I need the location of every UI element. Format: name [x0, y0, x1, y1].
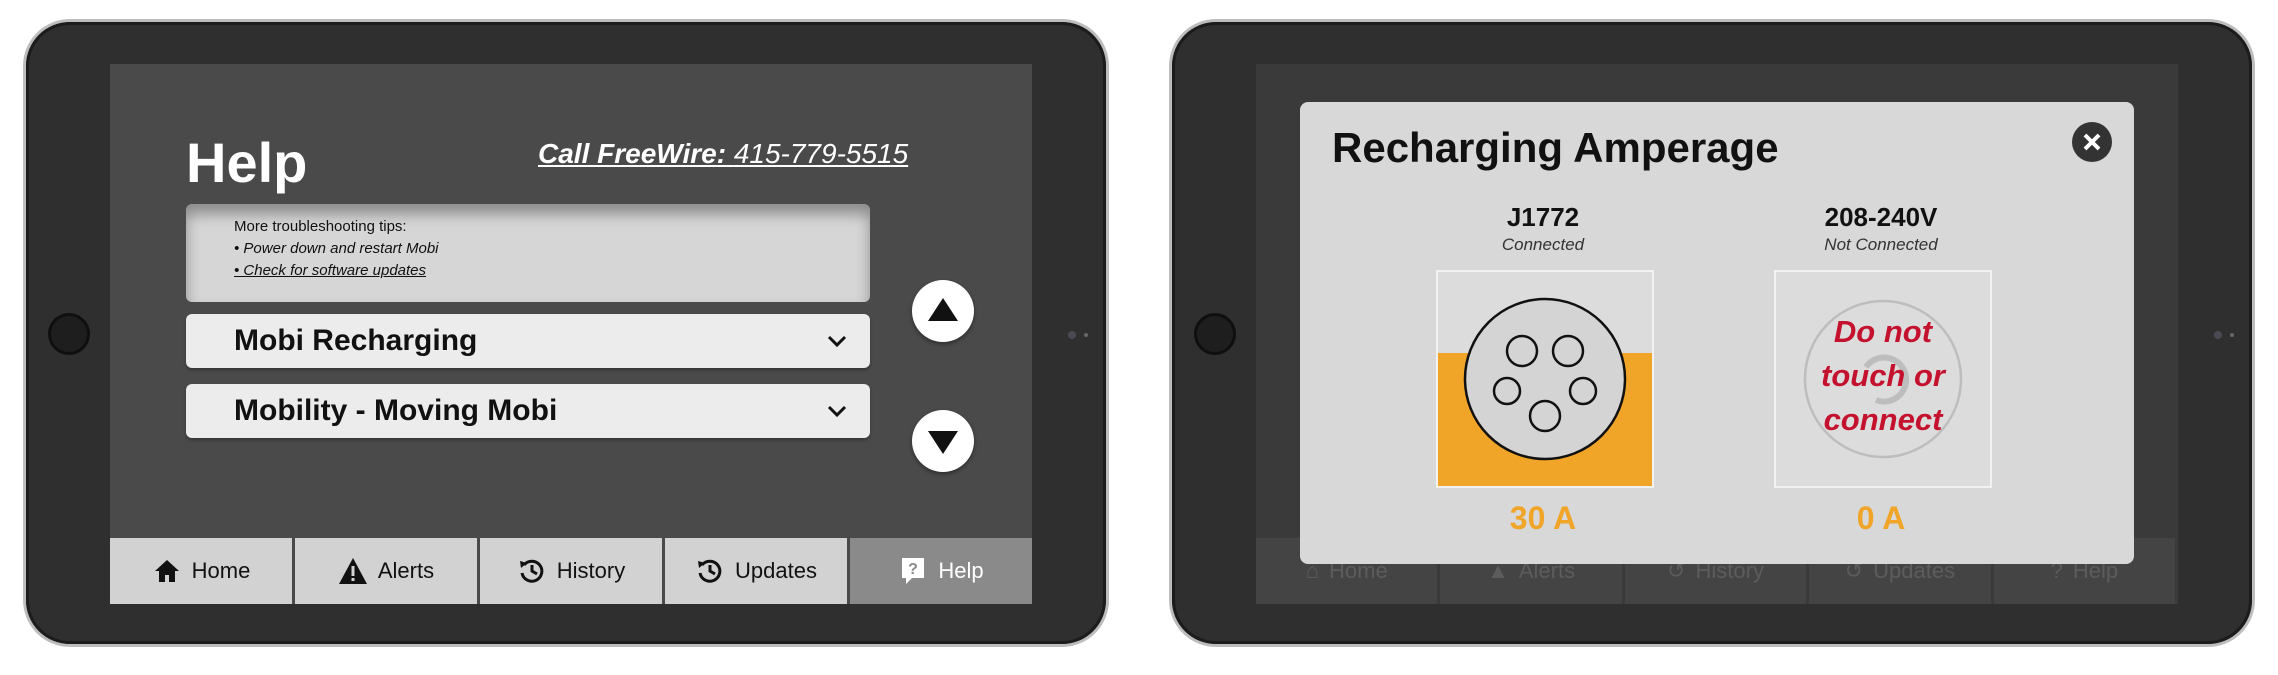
j1772-connector-icon: [1463, 297, 1627, 461]
nav-label: Updates: [735, 558, 817, 583]
do-not-touch-warning: Do not touch or connect: [1776, 310, 1990, 442]
nav-updates[interactable]: Updates: [665, 538, 850, 604]
tablet-camera: [2214, 331, 2222, 339]
triangle-up-icon: [928, 298, 958, 321]
help-icon: ?: [898, 556, 928, 586]
triangle-down-icon: [928, 431, 958, 454]
nav-label: History: [556, 558, 626, 583]
208-240v-plug-tile: Do not touch or connect: [1774, 270, 1992, 488]
connector-name: J1772: [1506, 202, 1580, 232]
section-label: Mobility - Moving Mobi: [234, 394, 558, 427]
tips-heading: More troubleshooting tips:: [234, 218, 407, 235]
alert-icon: [338, 556, 368, 586]
j1772-plug-tile[interactable]: [1436, 270, 1654, 488]
call-label: Call FreeWire:: [538, 138, 727, 169]
tip-check-updates-link[interactable]: • Check for software updates: [234, 260, 439, 282]
tablet-help: Help Call FreeWire: 415-779-5515 More tr…: [26, 22, 1106, 644]
warning-line: touch or: [1821, 358, 1945, 393]
tablet-camera: [1068, 331, 1076, 339]
tablet-home-button[interactable]: [1194, 313, 1236, 355]
scroll-down-button[interactable]: [912, 410, 974, 472]
call-freewire-link[interactable]: Call FreeWire: 415-779-5515: [538, 138, 908, 170]
connector-208-header: 208-240V Not Connected: [1771, 202, 1991, 255]
connector-status: Connected: [1501, 235, 1585, 254]
page-title: Help: [186, 131, 308, 194]
warning-line: connect: [1823, 402, 1943, 437]
chevron-down-icon: [827, 335, 847, 348]
history-icon: [517, 556, 547, 586]
recharging-amperage-modal: Recharging Amperage J1772 Connected 30 A…: [1300, 102, 2134, 564]
nav-label: Alerts: [377, 558, 435, 583]
connector-j1772-header: J1772 Connected: [1433, 202, 1653, 255]
tablet-sensor: [1084, 333, 1088, 337]
208-240v-amperage: 0 A: [1856, 500, 1906, 536]
tablet-sensor: [2230, 333, 2234, 337]
section-mobi-recharging[interactable]: Mobi Recharging: [186, 314, 870, 368]
chevron-down-icon: [827, 405, 847, 418]
bottom-nav: Home Alerts History Updates ? Help: [110, 538, 1032, 604]
nav-history[interactable]: History: [480, 538, 665, 604]
nav-label: Help: [938, 558, 984, 583]
updates-icon: [695, 556, 725, 586]
connector-name: 208-240V: [1824, 202, 1938, 232]
nav-home[interactable]: Home: [110, 538, 295, 604]
tablet-home-button[interactable]: [48, 313, 90, 355]
connector-status: Not Connected: [1824, 235, 1938, 254]
troubleshooting-tips-panel: More troubleshooting tips: • Power down …: [186, 204, 870, 302]
close-icon: [2083, 133, 2101, 151]
section-label: Mobi Recharging: [234, 324, 478, 357]
nav-help[interactable]: ? Help: [850, 538, 1032, 604]
section-mobility-moving[interactable]: Mobility - Moving Mobi: [186, 384, 870, 438]
nav-label: Home: [191, 558, 251, 583]
tip-restart: • Power down and restart Mobi: [234, 240, 439, 257]
warning-line: Do not: [1833, 314, 1933, 349]
call-number: 415-779-5515: [733, 138, 909, 169]
close-button[interactable]: [2072, 122, 2112, 162]
tablet-amperage: ⌂ Home ▲ Alerts ↺ History ↺ Updates ? Help Re…: [1172, 22, 2252, 644]
scroll-up-button[interactable]: [912, 280, 974, 342]
amperage-screen: ⌂ Home ▲ Alerts ↺ History ↺ Updates ? Help Re…: [1256, 64, 2178, 604]
svg-text:?: ?: [908, 561, 918, 578]
home-icon: [152, 556, 182, 586]
j1772-amperage: 30 A: [1509, 500, 1577, 536]
help-screen: Help Call FreeWire: 415-779-5515 More tr…: [110, 64, 1032, 604]
modal-title: Recharging Amperage: [1332, 124, 1779, 171]
nav-alerts[interactable]: Alerts: [295, 538, 480, 604]
